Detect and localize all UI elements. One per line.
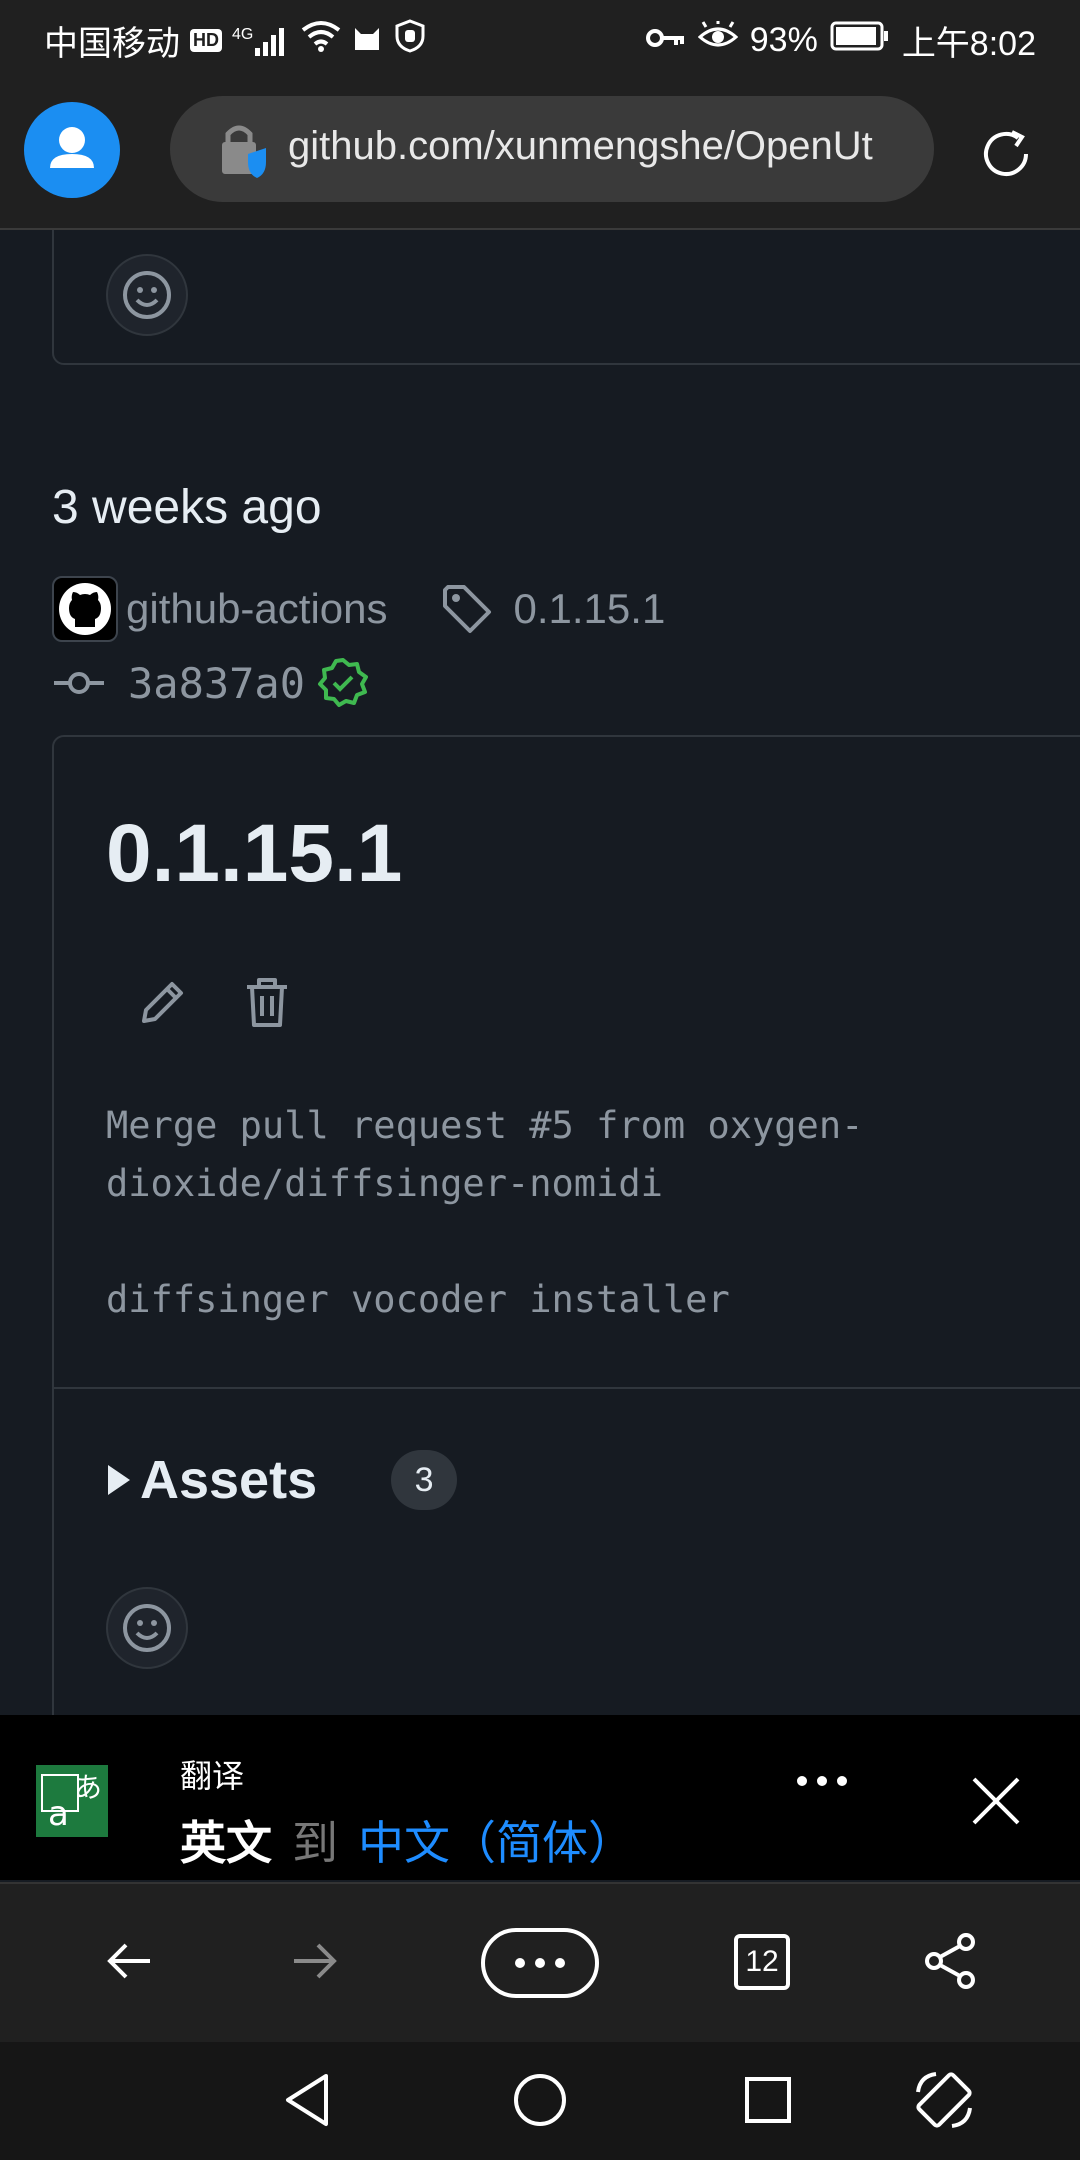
share-icon[interactable]	[922, 1932, 978, 1995]
tag-icon	[440, 582, 494, 636]
system-recents-icon[interactable]	[744, 2076, 792, 2129]
edit-release-button[interactable]	[136, 977, 188, 1034]
address-bar[interactable]: github.com/xunmengshe/OpenUt	[170, 96, 934, 202]
page-content: 3 weeks ago github-actions 0.1.15.1 3a83…	[0, 230, 1080, 1715]
status-bar: 中国移动 HD 4G 93% 上午8:02	[0, 0, 1080, 72]
delete-release-button[interactable]	[244, 975, 290, 1034]
translate-languages: 英文 到 中文（简体）	[180, 1807, 634, 1873]
hd-badge: HD	[190, 29, 222, 52]
release-meta-row: github-actions 0.1.15.1	[52, 575, 665, 643]
url-text[interactable]: github.com/xunmengshe/OpenUt	[288, 124, 873, 169]
clock: 上午8:02	[901, 25, 1036, 63]
verified-badge-icon[interactable]	[317, 657, 369, 709]
assets-label: Assets	[140, 1450, 318, 1510]
triangle-right-icon	[108, 1465, 130, 1495]
pencil-icon	[142, 982, 183, 1023]
release-title[interactable]: 0.1.15.1	[106, 807, 402, 901]
translate-title: 翻译	[180, 1758, 245, 1794]
system-home-icon[interactable]	[512, 2072, 568, 2133]
trash-icon	[247, 978, 287, 1027]
release-card: 0.1.15.1 Merge pull request #5 from oxyg…	[52, 735, 1080, 1715]
assets-count-badge: 3	[391, 1450, 458, 1510]
network-type: 4G	[232, 25, 254, 43]
commit-row: 3a837a0	[52, 650, 369, 716]
menu-button[interactable]	[480, 1927, 600, 2004]
browser-toolbar: github.com/xunmengshe/OpenUt	[0, 72, 1080, 230]
reload-icon[interactable]	[976, 124, 1036, 189]
smiley-icon	[123, 271, 171, 319]
account-avatar-icon[interactable]	[24, 102, 120, 198]
target-language[interactable]: 中文（简体）	[358, 1807, 634, 1873]
back-icon[interactable]	[104, 1936, 154, 1991]
translate-logo-icon: aあ	[36, 1765, 108, 1837]
battery-icon	[830, 21, 890, 60]
eye-comfort-icon	[697, 19, 739, 60]
release-date-heading: 3 weeks ago	[52, 481, 322, 534]
add-reaction-button[interactable]	[106, 1587, 188, 1669]
translate-bar: aあ 翻译 英文 到 中文（简体）	[0, 1715, 1080, 1880]
system-back-icon[interactable]	[282, 2072, 332, 2133]
key-icon	[645, 21, 686, 60]
release-tag-link[interactable]: 0.1.15.1	[514, 585, 666, 633]
divider	[54, 1387, 1080, 1389]
svg-text:a: a	[48, 1794, 69, 1834]
assets-toggle[interactable]: Assets 3	[106, 1449, 458, 1511]
forward-icon[interactable]	[290, 1936, 340, 1991]
github-actions-avatar[interactable]	[52, 576, 118, 642]
tabs-button[interactable]: 12	[734, 1934, 790, 1990]
release-author-link[interactable]: github-actions	[126, 585, 388, 633]
github-logo-icon	[59, 583, 111, 635]
signal-icon: 4G	[232, 26, 291, 56]
more-options-icon[interactable]	[796, 1771, 848, 1796]
release-notes: Merge pull request #5 from oxygen- dioxi…	[106, 1104, 864, 1321]
browser-bottom-nav: 12	[0, 1882, 1080, 2042]
rotate-screen-icon[interactable]	[912, 2068, 976, 2137]
shield-hand-icon	[393, 19, 427, 62]
svg-text:あ: あ	[74, 1771, 102, 1804]
to-label: 到	[292, 1817, 338, 1869]
system-nav-bar	[0, 2042, 1080, 2160]
cat-icon	[351, 20, 383, 61]
commit-hash-link[interactable]: 3a837a0	[128, 659, 305, 708]
smiley-icon	[123, 1604, 171, 1652]
add-reaction-button[interactable]	[106, 254, 188, 336]
previous-release-card	[52, 230, 1080, 365]
wifi-icon	[301, 20, 341, 61]
git-commit-icon	[52, 668, 106, 698]
source-language[interactable]: 英文	[180, 1807, 272, 1873]
carrier-name: 中国移动	[44, 25, 180, 63]
tab-count: 12	[745, 1945, 779, 1978]
battery-percent: 93%	[749, 21, 818, 59]
close-icon[interactable]	[970, 1775, 1022, 1832]
lock-shield-icon[interactable]	[216, 120, 272, 185]
